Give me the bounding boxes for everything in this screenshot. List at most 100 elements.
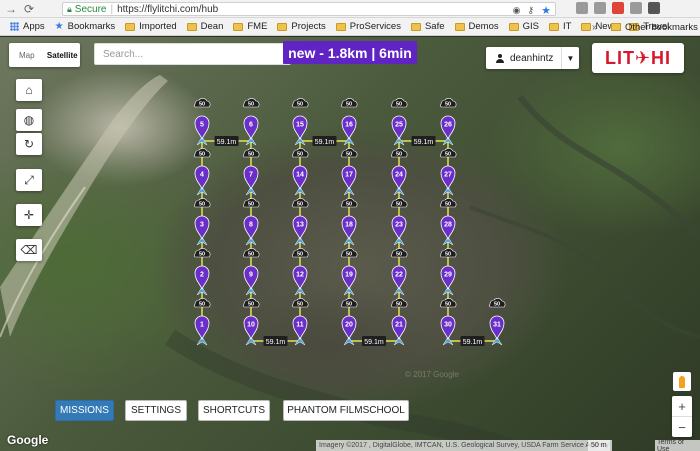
waypoint-marker[interactable]: 8 50 — [243, 198, 260, 246]
missions-button[interactable]: MISSIONS — [55, 400, 114, 421]
map-type-toggle[interactable]: Map Satellite — [9, 43, 80, 67]
waypoint-marker[interactable]: 26 50 — [440, 98, 457, 146]
altitude-label: 50 — [297, 152, 303, 158]
address-bar[interactable]: 🔒︎ Secure | https://flylitchi.com/hub ◉ … — [62, 2, 556, 17]
zoom-in-button[interactable]: + — [672, 396, 692, 416]
map-scale[interactable]: 50 m — [588, 440, 610, 451]
waypoint-number: 26 — [444, 122, 452, 129]
waypoint-number: 29 — [444, 272, 452, 279]
altitude-label: 50 — [445, 152, 451, 158]
bookmark-folder[interactable]: Dean — [186, 21, 223, 32]
expand-button[interactable]: ⤢ — [16, 169, 42, 191]
bookmark-folder[interactable]: Projects — [277, 21, 326, 32]
segment-distance-label: 59.1m — [460, 336, 485, 346]
waypoint-marker[interactable]: 12 50 — [292, 248, 309, 296]
street-view-pegman[interactable] — [673, 372, 691, 391]
shortcuts-button[interactable]: SHORTCUTS — [198, 400, 270, 421]
crosshair-button[interactable]: ✛ — [16, 204, 42, 226]
satellite-map[interactable]: 59.1m 59.1m 59.1m 59.1m 59.1m 59.1m 1 50 2 50 3 50… — [0, 37, 700, 451]
bookmark-folder[interactable]: IT — [548, 21, 571, 32]
waypoint-marker[interactable]: 2 50 — [194, 248, 211, 296]
litchi-logo[interactable]: LIT✈HI — [592, 43, 684, 73]
bookmark-folder[interactable]: ProServices — [335, 21, 401, 32]
terms-link[interactable]: Terms of Use — [655, 439, 700, 451]
refresh-button[interactable]: ↻ — [16, 133, 42, 155]
bookmark-folder[interactable]: Demos — [454, 21, 499, 32]
bookmark-other[interactable]: Other bookmarks — [611, 18, 698, 36]
waypoint-marker[interactable]: 3 50 — [194, 198, 211, 246]
altitude-label: 50 — [396, 202, 402, 208]
waypoint-marker[interactable]: 9 50 — [243, 248, 260, 296]
folder-icon — [581, 22, 592, 31]
waypoint-marker[interactable]: 6 50 — [243, 98, 260, 146]
bookmark-folder[interactable]: Safe — [410, 21, 445, 32]
waypoint-marker[interactable]: 22 50 — [391, 248, 408, 296]
search-input[interactable] — [94, 43, 291, 65]
map-type-map[interactable]: Map — [9, 43, 45, 67]
bookmark-bookmarks[interactable]: ★ Bookmarks — [55, 21, 115, 32]
user-menu-button[interactable]: deanhintz ▼ — [486, 47, 579, 69]
bookmark-folder[interactable]: Imported — [125, 21, 177, 32]
waypoint-marker[interactable]: 1 50 — [194, 298, 211, 346]
bookmark-apps[interactable]: Apps — [10, 21, 45, 32]
menu-icon[interactable] — [648, 2, 660, 14]
waypoint-marker[interactable]: 5 50 — [194, 98, 211, 146]
waypoint-marker[interactable]: 10 50 — [243, 298, 260, 346]
waypoint-marker[interactable]: 14 50 — [292, 148, 309, 196]
location-icon[interactable]: ◉ — [513, 5, 521, 16]
waypoint-marker[interactable]: 31 50 — [489, 298, 506, 346]
waypoint-marker[interactable]: 11 50 — [292, 298, 309, 346]
altitude-label: 50 — [396, 152, 402, 158]
waypoint-number: 25 — [395, 122, 403, 129]
globe-button[interactable]: ◍ — [16, 109, 42, 131]
map-type-satellite[interactable]: Satellite — [45, 43, 81, 67]
filmschool-button[interactable]: PHANTOM FILMSCHOOL — [283, 400, 409, 421]
extension-icon[interactable] — [576, 2, 588, 14]
waypoint-marker[interactable]: 1750 — [341, 148, 358, 196]
key-icon[interactable]: ⚷ — [528, 5, 535, 16]
altitude-label: 50 — [248, 252, 254, 258]
waypoint-number: 28 — [444, 222, 452, 229]
waypoint-marker[interactable]: 25 50 — [391, 98, 408, 146]
waypoint-number: 14 — [296, 172, 304, 179]
waypoint-marker[interactable]: 29 50 — [440, 248, 457, 296]
bookmark-folder[interactable]: GIS — [508, 21, 539, 32]
waypoint-marker[interactable]: 30 50 — [440, 298, 457, 346]
waypoint-marker[interactable]: 23 50 — [391, 198, 408, 246]
home-button[interactable]: ⌂ — [16, 79, 42, 101]
waypoint-marker[interactable]: 1550 — [292, 98, 309, 146]
reload-icon[interactable]: ⟳ — [22, 2, 36, 16]
waypoint-marker[interactable]: 4 50 — [194, 148, 211, 196]
waypoint-marker[interactable]: 1650 — [341, 98, 358, 146]
bookmark-folder[interactable]: FME — [233, 21, 267, 32]
mission-summary-banner: new - 1.8km | 6min — [283, 41, 417, 64]
map-attribution: Imagery ©2017 , DigitalGlobe, IMTCAN, U.… — [316, 440, 612, 451]
zoom-out-button[interactable]: − — [672, 416, 692, 437]
more-bookmarks-icon[interactable]: » — [592, 18, 598, 36]
waypoint-marker[interactable]: 1950 — [341, 248, 358, 296]
pegman-icon — [679, 375, 685, 388]
waypoint-marker[interactable]: 21 50 — [391, 298, 408, 346]
waypoint-marker[interactable]: 28 50 — [440, 198, 457, 246]
waypoint-marker[interactable]: 13 50 — [292, 198, 309, 246]
caret-down-icon[interactable]: ▼ — [561, 47, 579, 69]
altitude-label: 50 — [248, 302, 254, 308]
waypoint-marker[interactable]: 7 50 — [243, 148, 260, 196]
waypoint-marker[interactable]: 24 50 — [391, 148, 408, 196]
extension-icon[interactable] — [630, 2, 642, 14]
extension-icon[interactable] — [612, 2, 624, 14]
altitude-label: 50 — [346, 152, 352, 158]
settings-button[interactable]: SETTINGS — [125, 400, 187, 421]
folder-icon — [508, 22, 519, 31]
waypoint-marker[interactable]: 27 50 — [440, 148, 457, 196]
waypoint-marker[interactable]: 2050 — [341, 298, 358, 346]
eraser-button[interactable]: ⌫ — [16, 239, 42, 261]
extension-icon[interactable] — [594, 2, 606, 14]
bookmark-star-icon[interactable]: ★ — [541, 4, 551, 17]
forward-icon[interactable]: → — [4, 2, 18, 16]
waypoint-number: 15 — [296, 122, 304, 129]
waypoint-marker[interactable]: 1850 — [341, 198, 358, 246]
altitude-label: 50 — [346, 302, 352, 308]
apps-icon — [10, 22, 19, 31]
waypoint-number: 24 — [395, 172, 403, 179]
